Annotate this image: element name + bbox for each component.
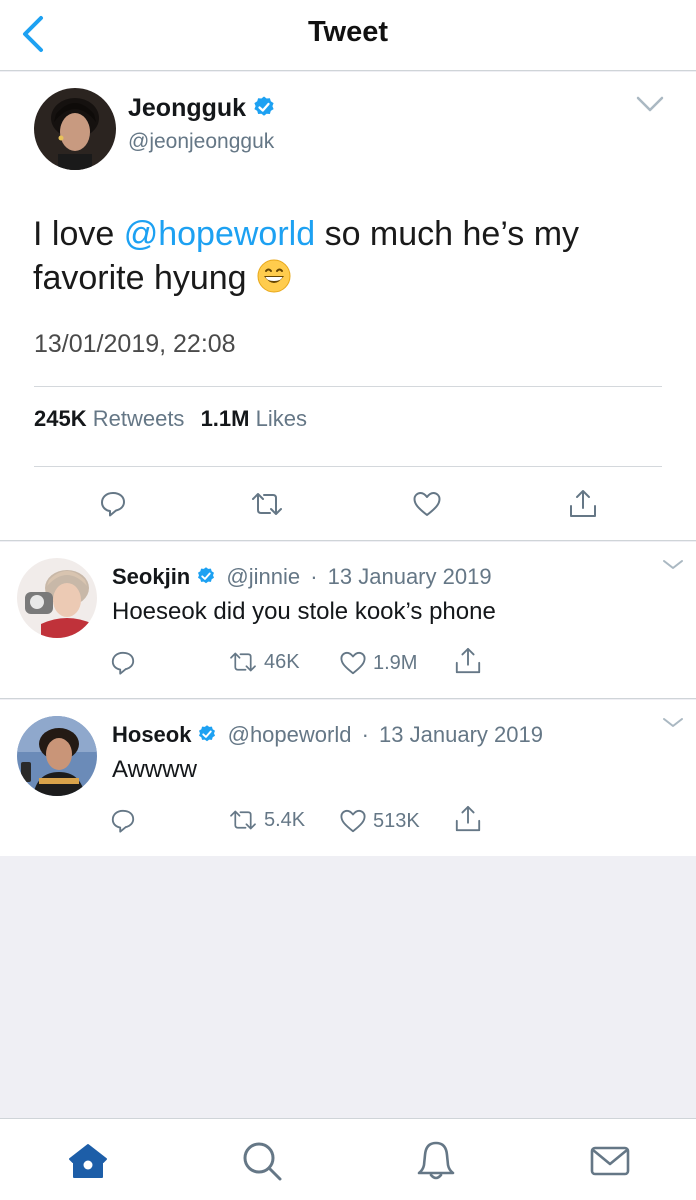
like-button[interactable]: 513K — [339, 808, 420, 834]
reply-icon — [111, 809, 135, 833]
reply-icon — [101, 492, 125, 517]
like-count: 513K — [373, 809, 420, 832]
heart-icon — [340, 809, 366, 833]
retweet-icon — [230, 652, 256, 672]
retweets-count[interactable]: 245K — [34, 406, 87, 431]
like-button[interactable]: 1.9M — [339, 650, 417, 676]
avatar[interactable] — [34, 88, 116, 170]
main-tweet: Jeongguk @jeonjeongguk I love @hopeworld… — [0, 72, 696, 541]
reply-tweet[interactable]: Hoseok @hopeworld · 13 January 2019 Awww… — [0, 700, 696, 856]
retweet-count: 5.4K — [264, 808, 306, 831]
tab-notifications[interactable] — [414, 1139, 458, 1183]
reply-button[interactable] — [110, 808, 136, 834]
tab-home[interactable] — [66, 1139, 110, 1183]
author-name-text: Jeongguk — [128, 94, 247, 122]
share-icon — [570, 490, 596, 517]
chevron-down-icon — [663, 718, 683, 727]
chevron-down-icon — [636, 96, 664, 112]
bottom-tab-bar — [0, 1118, 696, 1200]
tweet-text: I love @hopeworld so much he’s my favori… — [33, 212, 653, 300]
retweet-count: 46K — [264, 650, 300, 673]
retweet-button[interactable]: 46K — [228, 650, 300, 674]
reply-date: 13 January 2019 — [379, 722, 543, 747]
reply-author-handle[interactable]: @jinnie — [226, 564, 300, 589]
share-button[interactable] — [568, 488, 598, 525]
reply-author-name[interactable]: Seokjin — [112, 564, 190, 589]
author-handle[interactable]: @jeonjeongguk — [128, 130, 274, 154]
avatar-image — [17, 716, 97, 796]
reply-separator: · — [310, 564, 318, 589]
divider — [34, 386, 662, 387]
reply-header: Hoseok @hopeworld · 13 January 2019 — [112, 722, 543, 748]
reply-text: Awwww — [112, 756, 197, 783]
heart-icon — [413, 492, 441, 516]
reply-author-name[interactable]: Hoseok — [112, 722, 191, 747]
share-icon — [455, 647, 481, 674]
mention-link[interactable]: @hopeworld — [124, 215, 315, 253]
retweet-button[interactable] — [250, 490, 284, 523]
tweet-text-part1: I love — [33, 215, 124, 253]
reply-menu-button[interactable] — [660, 714, 686, 732]
share-icon — [455, 805, 481, 832]
reply-button[interactable] — [99, 490, 127, 523]
like-button[interactable] — [412, 490, 442, 523]
reply-text: Hoeseok did you stole kook’s phone — [112, 598, 496, 625]
avatar-image — [17, 558, 97, 638]
verified-badge-icon — [198, 567, 215, 584]
likes-label[interactable]: Likes — [256, 406, 307, 431]
chevron-down-icon — [663, 560, 683, 569]
nav-header: Tweet — [0, 0, 696, 71]
retweets-label[interactable]: Retweets — [93, 406, 185, 431]
verified-badge-icon — [254, 96, 274, 117]
tweet-screen: Tweet Jeongguk @jeonjeongguk I love @hop… — [0, 0, 696, 1200]
share-button[interactable] — [454, 804, 482, 834]
notifications-icon — [417, 1141, 455, 1180]
tab-search[interactable] — [240, 1139, 284, 1183]
avatar-image — [34, 88, 116, 170]
heart-icon — [340, 651, 366, 675]
reply-tweet[interactable]: Seokjin @jinnie · 13 January 2019 Hoeseo… — [0, 542, 696, 699]
like-count: 1.9M — [373, 651, 418, 674]
reply-header: Seokjin @jinnie · 13 January 2019 — [112, 564, 492, 590]
author-name[interactable]: Jeongguk — [128, 94, 276, 123]
tweet-stats: 245K Retweets 1.1M Likes — [34, 406, 317, 432]
avatar[interactable] — [17, 716, 97, 796]
reply-separator: · — [361, 722, 369, 747]
reply-icon — [111, 651, 135, 675]
tweet-menu-button[interactable] — [634, 92, 666, 116]
likes-count[interactable]: 1.1M — [201, 406, 250, 431]
divider — [34, 466, 662, 467]
messages-icon — [590, 1146, 630, 1176]
retweet-icon — [252, 493, 282, 515]
reply-date: 13 January 2019 — [327, 564, 492, 589]
search-icon — [243, 1142, 282, 1181]
home-icon — [69, 1144, 107, 1178]
avatar[interactable] — [17, 558, 97, 638]
tweet-timestamp: 13/01/2019, 22:08 — [34, 330, 236, 358]
page-title: Tweet — [307, 16, 389, 48]
reply-menu-button[interactable] — [660, 556, 686, 574]
reply-button[interactable] — [110, 650, 136, 676]
reply-author-handle[interactable]: @hopeworld — [228, 722, 352, 747]
verified-badge-icon — [199, 725, 216, 742]
grinning-face-emoji-icon — [257, 259, 291, 293]
tab-messages[interactable] — [588, 1139, 632, 1183]
share-button[interactable] — [454, 646, 482, 676]
retweet-icon — [230, 810, 256, 830]
retweet-button[interactable]: 5.4K — [228, 808, 305, 832]
